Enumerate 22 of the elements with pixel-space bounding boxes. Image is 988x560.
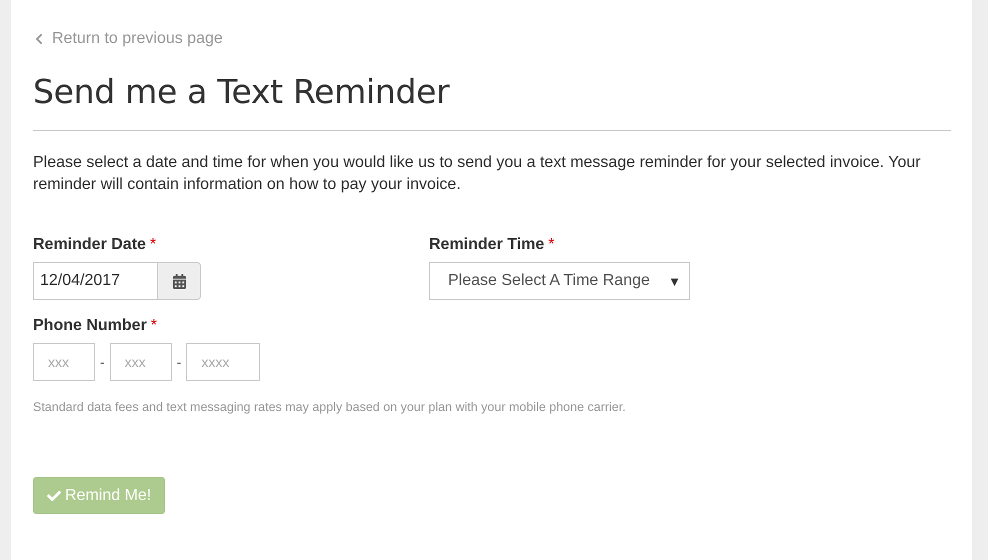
page-title: Send me a Text Reminder [33, 72, 451, 111]
select-value: Please Select A Time Range [448, 272, 650, 290]
required-mark: * [548, 236, 555, 253]
intro-text: Please select a date and time for when you would like us to send you a text message reminder for your selected invoice. Your reminder will contain information on how to pay your invoice. [33, 153, 922, 195]
chevron-left-icon [33, 33, 45, 45]
calendar-button[interactable] [157, 262, 201, 300]
separator-dash: - [176, 354, 182, 370]
phone-field[interactable]: xxx [110, 343, 172, 381]
required-mark: * [150, 317, 158, 334]
caret-icon: ▼ [668, 274, 681, 288]
phone-field[interactable]: xxxx [186, 343, 260, 381]
required-mark: * [150, 236, 156, 253]
label-text: Reminder Time [429, 236, 544, 253]
time-select[interactable]: Please Select A Time Range ▼ [429, 262, 690, 300]
label-text: Reminder Date [33, 236, 146, 253]
disclaimer-text: Standard data fees and text messaging rates may apply based on your plan with your mobile phone carrier. [33, 400, 627, 414]
label-text: Phone Number [33, 317, 147, 334]
separator-dash: - [100, 354, 105, 370]
check-icon [47, 488, 61, 502]
phone-field[interactable]: xxx [33, 343, 95, 381]
calendar-icon [172, 274, 186, 288]
date-field[interactable]: 12/04/2017 [33, 262, 157, 300]
